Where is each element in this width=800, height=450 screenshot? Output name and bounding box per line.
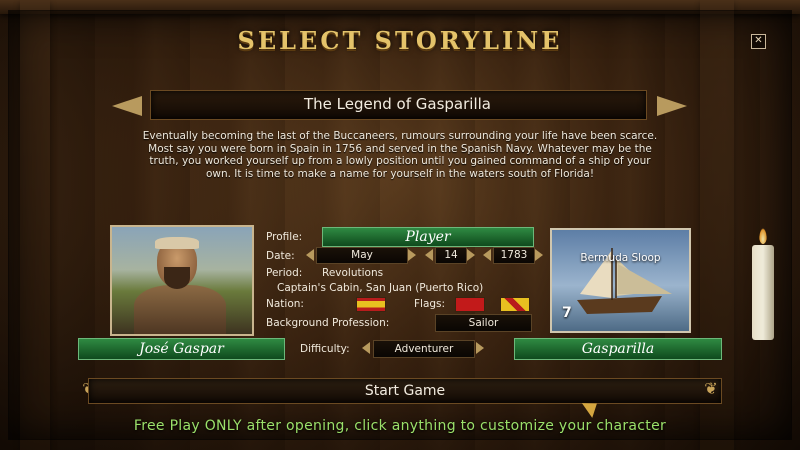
date-day-field[interactable]: 14 xyxy=(435,247,467,264)
year-prev-arrow-icon[interactable] xyxy=(483,249,491,261)
previous-storyline-arrow-icon[interactable] xyxy=(112,96,142,116)
period-label: Period: xyxy=(266,267,303,279)
storyline-description: Eventually becoming the last of the Bucc… xyxy=(142,130,658,180)
close-button[interactable]: ✕ xyxy=(751,34,766,49)
character-name-field[interactable]: José Gaspar xyxy=(78,338,285,360)
start-game-button[interactable]: Start Game xyxy=(88,378,722,404)
difficulty-prev-arrow-icon[interactable] xyxy=(362,342,370,354)
day-next-arrow-icon[interactable] xyxy=(467,249,475,261)
screen-title: SELECT STORYLINE xyxy=(237,26,563,55)
wall-beam-left xyxy=(20,0,50,450)
spain-flag-icon[interactable] xyxy=(356,297,386,312)
storyline-title: The Legend of Gasparilla xyxy=(304,95,491,113)
ornament-right-icon: ❦ xyxy=(704,379,718,398)
month-prev-arrow-icon[interactable] xyxy=(306,249,314,261)
burgundy-cross-flag-icon[interactable] xyxy=(500,297,530,312)
character-nickname-field[interactable]: Gasparilla xyxy=(514,338,722,360)
date-month-field[interactable]: May xyxy=(316,247,408,264)
candle-flame-icon xyxy=(759,228,767,244)
portrait-headband xyxy=(155,237,199,249)
profession-label: Background Profession: xyxy=(266,317,390,329)
footer-hint: Free Play ONLY after opening, click anyt… xyxy=(133,418,667,434)
sloop-icon xyxy=(577,248,672,314)
profile-label: Profile: xyxy=(266,231,303,243)
month-next-arrow-icon[interactable] xyxy=(408,249,416,261)
portrait-body xyxy=(134,285,226,334)
difficulty-label: Difficulty: xyxy=(300,343,350,355)
ship-card[interactable]: Bermuda Sloop 7 xyxy=(550,228,691,333)
flags-label: Flags: xyxy=(414,298,446,310)
difficulty-selector[interactable]: Adventurer xyxy=(373,340,475,358)
ship-name: Bermuda Sloop xyxy=(580,252,661,264)
year-next-arrow-icon[interactable] xyxy=(535,249,543,261)
date-label: Date: xyxy=(266,250,295,262)
day-prev-arrow-icon[interactable] xyxy=(425,249,433,261)
next-storyline-arrow-icon[interactable] xyxy=(657,96,687,116)
difficulty-next-arrow-icon[interactable] xyxy=(476,342,484,354)
profession-selector[interactable]: Sailor xyxy=(435,314,532,332)
period-value: Revolutions xyxy=(322,267,384,279)
date-year-field[interactable]: 1783 xyxy=(493,247,535,264)
ship-level: 7 xyxy=(562,305,572,321)
nation-label: Nation: xyxy=(266,298,304,310)
pirate-flag-icon[interactable] xyxy=(455,297,485,312)
candle-icon xyxy=(752,245,774,340)
ceiling-beam xyxy=(0,0,800,14)
start-location: Captain's Cabin, San Juan (Puerto Rico) xyxy=(277,282,484,294)
profile-selector[interactable]: Player xyxy=(322,227,534,247)
portrait-beard xyxy=(164,267,190,289)
character-portrait[interactable] xyxy=(110,225,254,336)
storyline-screen: SELECT STORYLINE ✕ The Legend of Gaspari… xyxy=(0,0,800,450)
